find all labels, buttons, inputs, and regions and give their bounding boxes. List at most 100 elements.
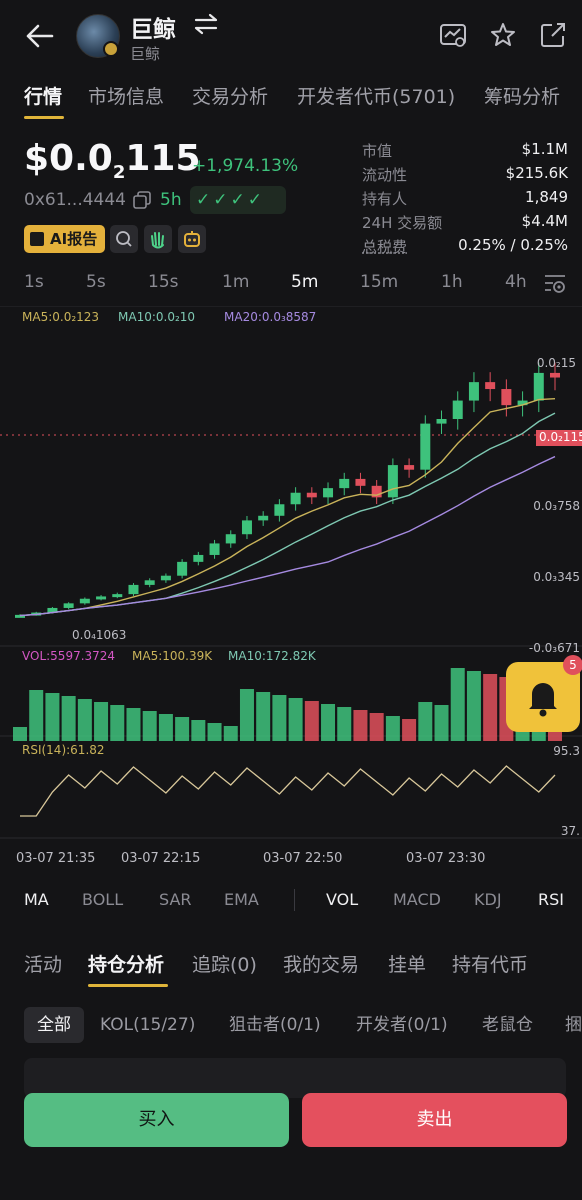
indicator-kdj[interactable]: KDJ (474, 890, 502, 909)
candle (274, 504, 285, 516)
token-subtitle: 巨鲸 (130, 45, 161, 63)
indicator-vol[interactable]: VOL (326, 890, 358, 909)
volume-bar (239, 689, 254, 741)
filter-all[interactable]: 全部 (24, 1007, 84, 1043)
tab-activity[interactable]: 活动 (24, 950, 62, 977)
candle (112, 594, 123, 598)
tab-dev-tokens[interactable]: 开发者代币(5701) (297, 82, 455, 109)
price-axis-label: 0.0₂15 (536, 356, 576, 370)
volume-bar (272, 695, 287, 741)
search-button[interactable] (110, 225, 138, 253)
indicator-divider (294, 889, 295, 911)
stat-label: 24H 交易额 (362, 214, 443, 232)
time-axis-label: 03-07 21:35 (16, 851, 96, 866)
hand-wave-button[interactable] (144, 225, 172, 253)
filter-insiders[interactable]: 老鼠仓 (482, 1007, 533, 1043)
search-icon (116, 231, 132, 247)
back-arrow-icon[interactable] (22, 18, 58, 54)
active-tab-indicator (24, 116, 64, 119)
star-icon[interactable] (488, 20, 518, 50)
rsi-axis-label: 37. (560, 824, 580, 838)
stat-value: 0.25% / 0.25% (458, 236, 568, 254)
indicator-boll[interactable]: BOLL (82, 890, 123, 909)
volume-bar (450, 668, 465, 741)
indicator-ma[interactable]: MA (24, 890, 49, 909)
candle (290, 492, 301, 505)
price-axis-label: -0.0₃671 (528, 641, 580, 655)
candle (387, 465, 398, 498)
buy-button[interactable]: 买入 (24, 1093, 289, 1147)
tab-my-trades[interactable]: 我的交易 (283, 950, 359, 977)
volume-bar (369, 713, 384, 741)
tab-tracking[interactable]: 追踪(0) (192, 950, 257, 977)
ai-report-label: AI报告 (50, 230, 98, 248)
tab-quotes[interactable]: 行情 (24, 82, 62, 109)
tab-chip-analysis[interactable]: 筹码分析 (484, 82, 560, 109)
timeframe-15m[interactable]: 15m (360, 272, 398, 292)
volume-bar (483, 674, 498, 741)
price-axis-label: 0.0₃758 (533, 499, 580, 513)
filter-bundled[interactable]: 捆 (565, 1007, 582, 1043)
hand-icon (151, 232, 164, 249)
candle (225, 534, 236, 544)
stat-holders: 持有人 1,849 (362, 186, 568, 210)
timeframe-5s[interactable]: 5s (86, 272, 106, 292)
volume-bar (353, 710, 368, 741)
volume-bar (434, 705, 449, 741)
candle (339, 478, 350, 489)
timeframe-1h[interactable]: 1h (441, 272, 463, 292)
stat-value: 1,849 (525, 188, 568, 206)
timeframe-5m[interactable]: 5m (291, 272, 318, 292)
candle (177, 561, 188, 576)
tab-trade-analysis[interactable]: 交易分析 (192, 82, 268, 109)
tab-market-info[interactable]: 市场信息 (88, 82, 164, 109)
vol-ma5-legend: MA5:100.39K (132, 649, 213, 663)
volume-bar (142, 711, 157, 741)
watch-chart-icon[interactable] (438, 20, 468, 50)
candle (144, 580, 155, 585)
volume-bar (191, 720, 206, 741)
timeframe-4h[interactable]: 4h (505, 272, 527, 292)
filter-snipers[interactable]: 狙击者(0/1) (229, 1007, 321, 1043)
timeframe-1m[interactable]: 1m (222, 272, 249, 292)
sell-button[interactable]: 卖出 (302, 1093, 567, 1147)
tab-held-tokens[interactable]: 持有代币 (452, 950, 528, 977)
time-axis-label: 03-07 22:50 (263, 851, 343, 866)
volume-bar (110, 705, 125, 741)
timeframe-15s[interactable]: 15s (148, 272, 179, 292)
indicator-ema[interactable]: EMA (224, 890, 259, 909)
stat-24h-volume: 24H 交易额 $4.4M (362, 210, 568, 234)
volume-bar (321, 704, 336, 741)
indicator-macd[interactable]: MACD (393, 890, 441, 909)
ai-report-button[interactable]: AI报告 (24, 225, 106, 253)
candle (160, 575, 171, 581)
candle (420, 423, 431, 470)
indicator-rsi[interactable]: RSI (538, 890, 564, 909)
robot-icon (184, 231, 200, 247)
active-subtab-indicator (88, 984, 168, 987)
ma10-line (19, 412, 556, 617)
candle (96, 596, 107, 600)
stat-label: 市值 (362, 142, 393, 160)
price-chart[interactable] (0, 306, 582, 846)
indicator-sar[interactable]: SAR (159, 890, 192, 909)
stat-tax[interactable]: 总税费 0.25% / 0.25% (362, 234, 568, 258)
current-price: $0.02115 (24, 138, 201, 184)
security-checks[interactable]: ✓✓✓✓ (190, 186, 286, 214)
tab-holdings-analysis[interactable]: 持仓分析 (88, 950, 164, 977)
candle (193, 554, 204, 562)
copy-icon[interactable] (133, 191, 151, 209)
header: 巨鲸 巨鲸 (0, 0, 582, 72)
candle (323, 488, 334, 498)
share-icon[interactable] (538, 20, 568, 50)
tab-orders[interactable]: 挂单 (388, 950, 426, 977)
filter-developers[interactable]: 开发者(0/1) (356, 1007, 448, 1043)
swap-icon[interactable] (192, 12, 220, 36)
price-change: +1,974.13% (192, 156, 299, 176)
filter-kol[interactable]: KOL(15/27) (100, 1007, 195, 1043)
candle (209, 543, 220, 555)
timeframe-1s[interactable]: 1s (24, 272, 44, 292)
chart-settings-icon[interactable] (542, 270, 568, 296)
bot-button[interactable] (178, 225, 206, 253)
volume-bar (13, 727, 27, 741)
